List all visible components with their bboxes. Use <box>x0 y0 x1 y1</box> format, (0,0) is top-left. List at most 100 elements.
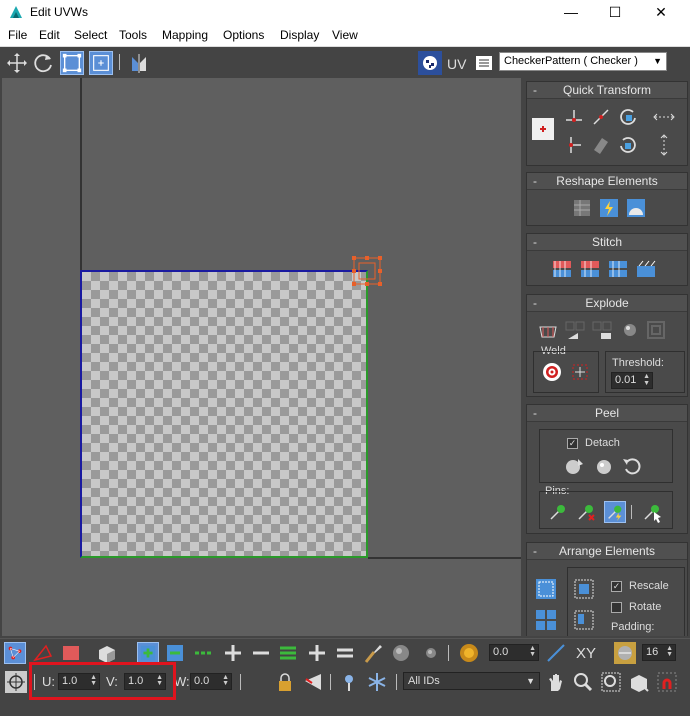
lock-selection-icon[interactable] <box>274 671 296 693</box>
uv-checker-face[interactable] <box>80 270 368 558</box>
straighten-selection-icon[interactable] <box>571 197 593 219</box>
straighten-icon[interactable] <box>590 134 612 156</box>
hide-faces-icon[interactable] <box>302 671 324 693</box>
loop-shrink-icon[interactable] <box>250 642 272 664</box>
spinner-arrows-icon[interactable]: ▲ ▼ <box>529 645 536 658</box>
menu-mapping[interactable]: Mapping <box>162 28 208 42</box>
space-vertical-icon[interactable] <box>653 134 675 156</box>
quick-peel-icon[interactable] <box>563 455 585 477</box>
rollout-header-explode[interactable]: - Explode <box>527 295 687 312</box>
uv-viewport[interactable] <box>2 78 521 636</box>
rollout-header-arrange[interactable]: - Arrange Elements <box>527 543 687 560</box>
menu-view[interactable]: View <box>332 28 358 42</box>
spinner-arrows-icon[interactable]: ▲ ▼ <box>666 645 673 658</box>
element-mode-icon[interactable] <box>96 642 118 664</box>
material-id-dropdown[interactable]: All IDs ▼ <box>403 672 540 690</box>
menu-display[interactable]: Display <box>280 28 319 42</box>
freeze-icon[interactable] <box>366 671 388 693</box>
select-pins-icon[interactable] <box>641 501 663 523</box>
relax-by-edge-icon[interactable] <box>625 197 647 219</box>
soft-select-falloff-field[interactable]: 0.0 ▲ ▼ <box>489 644 539 661</box>
shrink-brush-icon[interactable] <box>420 642 442 664</box>
rotate-icon[interactable] <box>32 51 56 75</box>
move-icon[interactable] <box>5 51 29 75</box>
align-vertical-icon[interactable] <box>563 134 585 156</box>
options-list-icon[interactable] <box>474 53 494 73</box>
menu-select[interactable]: Select <box>74 28 107 42</box>
rollout-header-quick-transform[interactable]: - Quick Transform <box>527 82 687 99</box>
rollout-header-stitch[interactable]: - Stitch <box>527 234 687 251</box>
pack-in-place-icon[interactable] <box>573 609 595 631</box>
rollout-header-peel[interactable]: - Peel <box>527 405 687 422</box>
detach-checkbox[interactable]: ✓ <box>567 438 578 449</box>
edge-mode-icon[interactable] <box>32 642 54 664</box>
rotate-cw-icon[interactable] <box>617 106 639 128</box>
set-pivot-icon[interactable] <box>532 118 554 140</box>
pan-hand-icon[interactable] <box>545 671 567 693</box>
pack-custom-icon[interactable] <box>535 578 557 600</box>
rotate-ccw-icon[interactable] <box>617 134 639 156</box>
show-map-icon[interactable] <box>418 51 442 75</box>
maximize-button[interactable]: ☐ <box>592 0 638 25</box>
loop-grow-icon[interactable] <box>222 642 244 664</box>
absolute-offset-mode-icon[interactable] <box>5 671 27 693</box>
space-horizontal-icon[interactable] <box>653 106 675 128</box>
rescale-checkbox[interactable]: ✓ <box>611 581 622 592</box>
spinner-arrows-icon[interactable]: ▲ ▼ <box>222 674 229 687</box>
texture-dropdown[interactable]: CheckerPattern ( Checker ) ▼ <box>499 52 667 71</box>
soft-selection-icon[interactable] <box>458 642 480 664</box>
scale-icon[interactable] <box>89 51 113 75</box>
paint-select-icon[interactable] <box>362 642 384 664</box>
collapse-toggle[interactable]: - <box>533 295 537 311</box>
menu-options[interactable]: Options <box>223 28 264 42</box>
peel-mode-icon[interactable] <box>593 455 615 477</box>
grow-selection-icon[interactable] <box>137 642 159 664</box>
break-by-material-icon[interactable] <box>591 319 613 341</box>
menu-edit[interactable]: Edit <box>39 28 60 42</box>
enlarge-brush-icon[interactable] <box>390 642 412 664</box>
show-faces-icon[interactable] <box>338 671 360 693</box>
menu-tools[interactable]: Tools <box>119 28 147 42</box>
shrink-selection-icon[interactable] <box>164 642 186 664</box>
grid-size-field[interactable]: 16 ▲ ▼ <box>642 644 676 661</box>
align-diagonal-icon[interactable] <box>590 106 612 128</box>
stitch-to-target-icon[interactable] <box>635 258 657 280</box>
break-by-uv-shells-icon[interactable] <box>645 319 667 341</box>
ring-select-icon[interactable] <box>277 642 299 664</box>
break-by-smoothing-icon[interactable] <box>564 319 586 341</box>
pack-together-icon[interactable] <box>573 578 595 600</box>
break-by-polygon-icon[interactable] <box>537 319 559 341</box>
falloff-linear-icon[interactable] <box>545 642 567 664</box>
weld-selected-icon[interactable] <box>569 361 591 383</box>
stitch-to-source-icon[interactable] <box>579 258 601 280</box>
unpin-icon[interactable] <box>575 501 597 523</box>
pin-icon[interactable] <box>547 501 569 523</box>
pack-normalize-icon[interactable] <box>535 609 557 631</box>
uv-axis-label[interactable]: UV <box>447 56 466 72</box>
zoom-icon[interactable] <box>572 671 594 693</box>
zoom-region-icon[interactable] <box>600 671 622 693</box>
threshold-spinner[interactable]: 0.01 ▲ ▼ <box>611 372 653 389</box>
zoom-extents-icon[interactable] <box>628 671 650 693</box>
ring-grow-icon[interactable] <box>306 642 328 664</box>
collapse-toggle[interactable]: - <box>533 234 537 250</box>
snap-toggle-icon[interactable] <box>656 671 678 693</box>
break-sphere-icon[interactable] <box>618 319 640 341</box>
xy-space-label[interactable]: XY <box>576 645 596 662</box>
loop-select-icon[interactable] <box>193 642 215 664</box>
collapse-toggle[interactable]: - <box>533 405 537 421</box>
menu-file[interactable]: File <box>8 28 27 42</box>
vertex-mode-icon[interactable] <box>4 642 26 664</box>
weld-target-icon[interactable] <box>541 361 563 383</box>
ring-shrink-icon[interactable] <box>334 642 356 664</box>
close-button[interactable]: ✕ <box>638 0 684 25</box>
reset-peel-icon[interactable] <box>621 455 643 477</box>
rollout-header-reshape[interactable]: - Reshape Elements <box>527 173 687 190</box>
w-coordinate-field[interactable]: 0.0 ▲ ▼ <box>190 673 232 690</box>
collapse-toggle[interactable]: - <box>533 82 537 98</box>
transform-gizmo[interactable] <box>348 252 386 290</box>
align-horizontal-icon[interactable] <box>563 106 585 128</box>
relax-icon[interactable] <box>598 197 620 219</box>
auto-pin-icon[interactable] <box>604 501 626 523</box>
polygon-mode-icon[interactable] <box>60 642 82 664</box>
